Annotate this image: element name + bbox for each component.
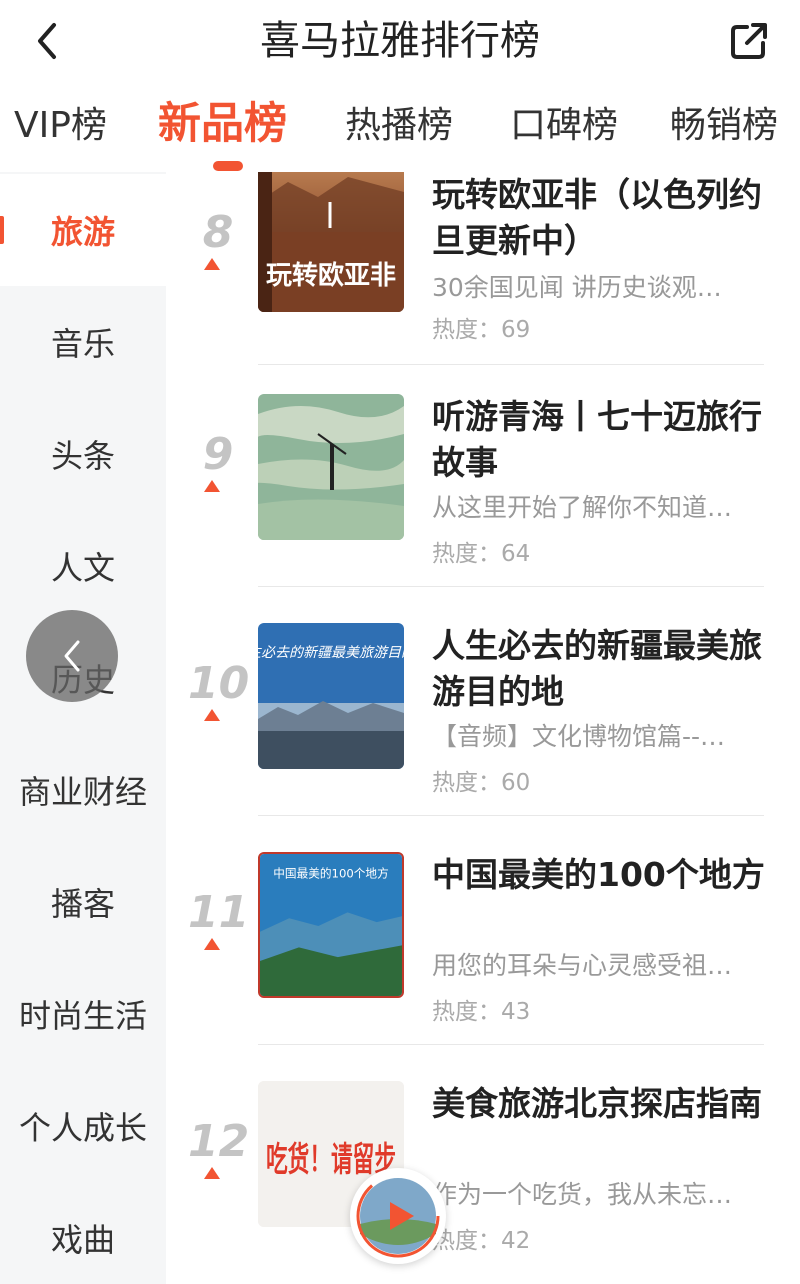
cover-text: 玩转欧亚非 [266,260,396,291]
sidebar-item-label: 人文 [50,549,115,587]
category-sidebar: 旅游 音乐 头条 人文 历史 商业财经 播客 时尚生活 个人成长 戏曲 [0,172,166,1284]
list-item[interactable]: 9 听游青海丨七十迈旅行故事 从这里开始了解你不知道… 热度：64 [166,394,800,623]
item-heat: 热度：60 [432,770,531,796]
tab-bestseller[interactable]: 畅销榜 [670,102,778,150]
rank-up-icon [204,480,220,492]
rank-number: 9 [202,429,234,480]
sidebar-item-label: 播客 [50,885,115,923]
rank-number: 10 [188,658,250,709]
rank-number: 12 [188,1116,250,1167]
cover-text: 中国最美的100个地方 [273,866,389,880]
rank-number: 11 [188,887,250,938]
item-title: 中国最美的100个地方 [432,855,765,894]
item-title: 人生必去的新疆最美旅游目的地 [432,626,762,711]
item-title: 听游青海丨七十迈旅行故事 [432,397,762,482]
floating-back-button[interactable] [26,610,118,702]
item-heat: 热度：69 [432,317,531,343]
cover-image: 人生必去的新疆最美旅游目的地 [258,623,404,769]
active-marker [0,216,4,244]
ranking-tabs: VIP榜 新品榜 热播榜 口碑榜 畅销榜 [0,88,800,172]
list-item[interactable]: 10 人生必去的新疆最美旅游目的地 人生必去的新疆最美旅游目的地 【音频】文化博… [166,623,800,852]
sidebar-item-podcast[interactable]: 播客 [0,846,166,958]
mini-player-button[interactable] [350,1168,446,1264]
item-title: 美食旅游北京探店指南 [432,1084,762,1123]
page-title: 喜马拉雅排行榜 [260,18,540,64]
tab-hot[interactable]: 热播榜 [345,102,453,150]
ranking-list: 8 玩转欧亚非 玩转欧亚非（以色列约旦更新中） 30余国见闻 讲历史谈观… 热度… [166,172,800,1284]
cover-text: 人生必去的新疆最美旅游目的地 [258,645,404,661]
list-item[interactable]: 8 玩转欧亚非 玩转欧亚非（以色列约旦更新中） 30余国见闻 讲历史谈观… 热度… [166,172,800,401]
sidebar-item-music[interactable]: 音乐 [0,286,166,398]
list-item[interactable]: 11 中国最美的100个地方 中国最美的100个地方 用您的耳朵与心灵感受祖… … [166,852,800,1081]
share-button[interactable] [724,16,774,66]
sidebar-item-travel[interactable]: 旅游 [0,174,166,286]
album-cover[interactable]: 中国最美的100个地方 [258,852,404,998]
sidebar-item-label: 音乐 [50,325,115,363]
cover-image: 中国最美的100个地方 [260,854,402,996]
item-desc: 作为一个吃货，我从未忘… [432,1180,733,1209]
sidebar-item-label: 头条 [50,437,115,475]
divider [258,1044,764,1045]
tab-reputation[interactable]: 口碑榜 [510,102,618,150]
share-external-icon [731,23,767,59]
sidebar-item-label: 商业财经 [18,773,147,811]
item-desc: 从这里开始了解你不知道… [432,493,733,522]
sidebar-item-headlines[interactable]: 头条 [0,398,166,510]
sidebar-item-label: 个人成长 [18,1109,147,1147]
item-desc: 30余国见闻 讲历史谈观… [432,273,722,302]
item-heat: 热度：64 [432,541,531,567]
sidebar-item-business[interactable]: 商业财经 [0,734,166,846]
chevron-left-icon [64,640,80,672]
album-cover[interactable]: 人生必去的新疆最美旅游目的地 [258,623,404,769]
divider [258,586,764,587]
cover-image [258,394,404,540]
rank-up-icon [204,1167,220,1179]
header: 喜马拉雅排行榜 [0,0,800,84]
item-heat: 热度：43 [432,999,531,1025]
rank-up-icon [204,938,220,950]
album-cover[interactable] [258,394,404,540]
play-icon [356,1174,440,1258]
item-desc: 【音频】文化博物馆篇--… [432,722,726,751]
divider [258,364,764,365]
sidebar-item-growth[interactable]: 个人成长 [0,1070,166,1182]
rank-up-icon [204,258,220,270]
sidebar-item-opera[interactable]: 戏曲 [0,1182,166,1284]
rank-up-icon [204,709,220,721]
album-cover[interactable]: 玩转欧亚非 [258,172,404,312]
sidebar-item-label: 戏曲 [50,1221,115,1259]
list-item[interactable]: 12 吃货！请留步 美食旅游北京探店指南 作为一个吃货，我从未忘… 热度：42 [166,1081,800,1284]
sidebar-item-lifestyle[interactable]: 时尚生活 [0,958,166,1070]
sidebar-item-label: 旅游 [50,213,115,251]
item-desc: 用您的耳朵与心灵感受祖… [432,951,733,980]
divider [258,815,764,816]
sidebar-item-humanities[interactable]: 人文 [0,510,166,622]
tab-vip[interactable]: VIP榜 [14,102,107,150]
tab-new[interactable]: 新品榜 [158,100,287,148]
sidebar-item-label: 时尚生活 [18,997,147,1035]
active-tab-indicator [213,161,243,171]
cover-image: 玩转欧亚非 [258,172,404,312]
item-title: 玩转欧亚非（以色列约旦更新中） [432,175,762,260]
item-heat: 热度：42 [432,1228,531,1254]
rank-number: 8 [202,207,234,258]
